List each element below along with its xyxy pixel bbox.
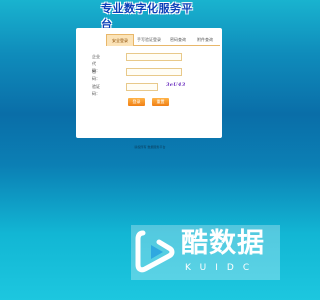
login-button[interactable]: 登录 xyxy=(128,98,145,106)
tab-attachment-query[interactable]: 附件查询 xyxy=(192,34,218,45)
captcha-image[interactable]: 3eU43 xyxy=(166,82,185,89)
tab-password-query[interactable]: 密码查询 xyxy=(166,34,190,45)
tab-secure-login[interactable]: 安全登录 xyxy=(106,34,134,46)
footer-text: 版权所有 数据服务平台 xyxy=(134,145,166,149)
captcha-label: 验证码： xyxy=(92,84,100,96)
tab-bar: 安全登录 手写验证登录 密码查询 附件查询 xyxy=(106,34,220,46)
watermark-main-text: 酷数据 xyxy=(181,228,265,259)
password-input[interactable] xyxy=(126,68,182,76)
watermark-sub-text: KUIDC xyxy=(185,263,259,273)
reset-button[interactable]: 重置 xyxy=(152,98,169,106)
tab-handwrite-login[interactable]: 手写验证登录 xyxy=(134,34,164,45)
captcha-input[interactable] xyxy=(126,83,158,91)
watermark: 酷数据 KUIDC xyxy=(131,225,280,280)
page-title: 专业数字化服务平台 xyxy=(101,2,193,31)
password-label: 密 码： xyxy=(92,69,100,81)
account-input[interactable] xyxy=(126,53,182,61)
play-logo-icon xyxy=(135,230,175,273)
login-panel: 安全登录 手写验证登录 密码查询 附件查询 企业代码： 密 码： 验证码： 3e… xyxy=(76,28,222,138)
